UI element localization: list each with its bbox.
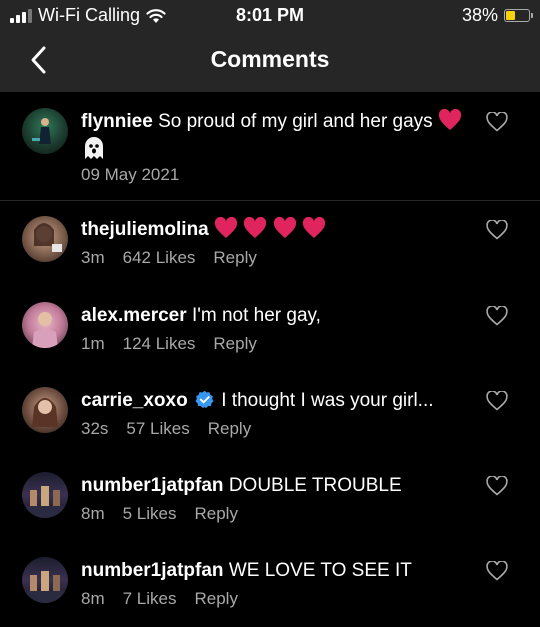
avatar-figure: [22, 571, 68, 603]
comment-time: 32s: [81, 419, 109, 438]
like-button[interactable]: [486, 305, 508, 326]
comment-time: 3m: [81, 248, 105, 267]
like-button[interactable]: [486, 111, 508, 132]
battery-level: [506, 11, 516, 20]
header: Wi-Fi Calling 8:01 PM 38% Comments: [0, 0, 540, 92]
caption-username[interactable]: flynniee: [81, 111, 153, 132]
avatar-figure: [22, 486, 68, 518]
comment-meta: 3m 642 Likes Reply: [81, 248, 257, 268]
heart-outline-icon: [486, 560, 508, 581]
battery-icon: [504, 9, 533, 22]
comment-time: 8m: [81, 589, 105, 608]
like-button[interactable]: [486, 390, 508, 411]
heart-outline-icon: [486, 219, 508, 240]
reply-button[interactable]: Reply: [195, 589, 238, 609]
comment-meta: 8m 7 Likes Reply: [81, 589, 238, 609]
heart-outline-icon: [486, 390, 508, 411]
reply-button[interactable]: Reply: [213, 248, 256, 268]
comment-row: alex.mercer I'm not her gay, 1m 124 Like…: [0, 300, 540, 370]
avatar[interactable]: [22, 387, 68, 433]
comment-row: carrie_xoxo I thought I was your girl...…: [0, 385, 540, 455]
comment-likes[interactable]: 7 Likes: [123, 589, 177, 609]
avatar-figure: [34, 223, 62, 252]
like-button[interactable]: [486, 219, 508, 240]
comment-meta: 8m 5 Likes Reply: [81, 504, 238, 524]
avatar[interactable]: [22, 108, 68, 154]
comment-username[interactable]: number1jatpfan: [81, 475, 224, 496]
caption: flynniee So proud of my girl and her gay…: [0, 92, 540, 201]
avatar-figure: [32, 118, 51, 144]
comment-body: I thought I was your girl...: [221, 390, 434, 411]
comment-username[interactable]: thejuliemolina: [81, 219, 209, 240]
battery-percent: 38%: [461, 5, 498, 25]
comment-text: carrie_xoxo I thought I was your girl...: [81, 387, 470, 414]
comment-body: DOUBLE TROUBLE: [228, 475, 402, 496]
heart-outline-icon: [486, 475, 508, 496]
reply-button[interactable]: Reply: [213, 334, 256, 354]
comment-body: I'm not her gay,: [191, 305, 321, 326]
verified-badge-icon: [195, 390, 214, 409]
comment-username[interactable]: carrie_xoxo: [81, 390, 188, 411]
avatar[interactable]: [22, 302, 68, 348]
comment-row: number1jatpfan WE LOVE TO SEE IT 8m 7 Li…: [0, 555, 540, 625]
comment-row: number1jatpfan DOUBLE TROUBLE 8m 5 Likes…: [0, 470, 540, 540]
caption-date: 09 May 2021: [81, 165, 180, 184]
like-button[interactable]: [486, 560, 508, 581]
ghost-icon: [85, 137, 103, 159]
avatar[interactable]: [22, 557, 68, 603]
avatar-figure: [32, 398, 58, 427]
red-heart-icon: [215, 217, 238, 238]
comment-username[interactable]: number1jatpfan: [81, 560, 224, 581]
comment-likes[interactable]: 57 Likes: [126, 419, 189, 439]
comment-likes[interactable]: 124 Likes: [123, 334, 196, 354]
comment-text: number1jatpfan DOUBLE TROUBLE: [81, 472, 470, 499]
comment-text: number1jatpfan WE LOVE TO SEE IT: [81, 557, 470, 584]
comment-row: thejuliemolina 3m 642 Likes Reply: [0, 214, 540, 284]
comment-time: 8m: [81, 504, 105, 523]
comment-time: 1m: [81, 334, 105, 353]
reply-button[interactable]: Reply: [195, 504, 238, 524]
comment-username[interactable]: alex.mercer: [81, 305, 187, 326]
comment-text: thejuliemolina: [81, 216, 470, 243]
comment-likes[interactable]: 5 Likes: [123, 504, 177, 524]
caption-body: So proud of my girl and her gays: [158, 111, 433, 132]
heart-outline-icon: [486, 305, 508, 326]
red-heart-icon: [273, 217, 296, 238]
avatar[interactable]: [22, 216, 68, 262]
comment-likes[interactable]: 642 Likes: [123, 248, 196, 268]
comment-meta: 32s 57 Likes Reply: [81, 419, 251, 439]
avatar-figure: [32, 312, 58, 348]
red-heart-icon: [438, 109, 461, 130]
red-heart-icon: [244, 217, 267, 238]
avatar[interactable]: [22, 472, 68, 518]
comment-meta: 1m 124 Likes Reply: [81, 334, 257, 354]
reply-button[interactable]: Reply: [208, 419, 251, 439]
status-bar: Wi-Fi Calling 8:01 PM 38%: [0, 0, 540, 32]
status-time: 8:01 PM: [235, 5, 305, 25]
status-right: 38%: [461, 5, 533, 26]
page-title: Comments: [210, 46, 330, 72]
caption-text: flynniee So proud of my girl and her gay…: [81, 108, 470, 164]
comment-body: WE LOVE TO SEE IT: [228, 560, 412, 581]
heart-outline-icon: [486, 111, 508, 132]
like-button[interactable]: [486, 475, 508, 496]
caption-meta: 09 May 2021: [81, 165, 179, 185]
comment-text: alex.mercer I'm not her gay,: [81, 302, 470, 329]
red-heart-icon: [302, 217, 325, 238]
